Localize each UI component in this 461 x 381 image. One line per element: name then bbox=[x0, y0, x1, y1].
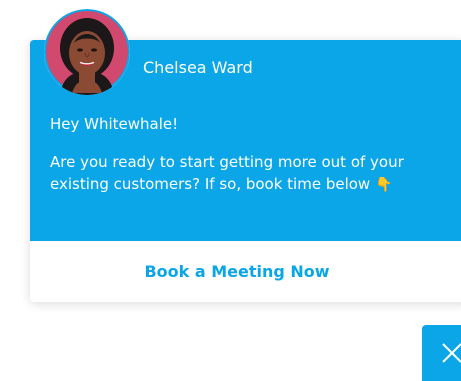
book-meeting-button[interactable]: Book a Meeting Now bbox=[30, 241, 461, 302]
message-body: Are you ready to start getting more out … bbox=[50, 151, 455, 196]
book-meeting-label: Book a Meeting Now bbox=[144, 262, 330, 281]
pointing-down-hand-icon: 👇 bbox=[374, 177, 393, 193]
avatar-image bbox=[44, 9, 130, 95]
close-icon bbox=[442, 343, 461, 363]
avatar bbox=[44, 9, 130, 95]
greeting-text: Hey Whitewhale! bbox=[50, 115, 179, 133]
message-text: Are you ready to start getting more out … bbox=[50, 153, 404, 193]
sender-name: Chelsea Ward bbox=[143, 58, 253, 77]
close-button[interactable] bbox=[422, 325, 461, 381]
